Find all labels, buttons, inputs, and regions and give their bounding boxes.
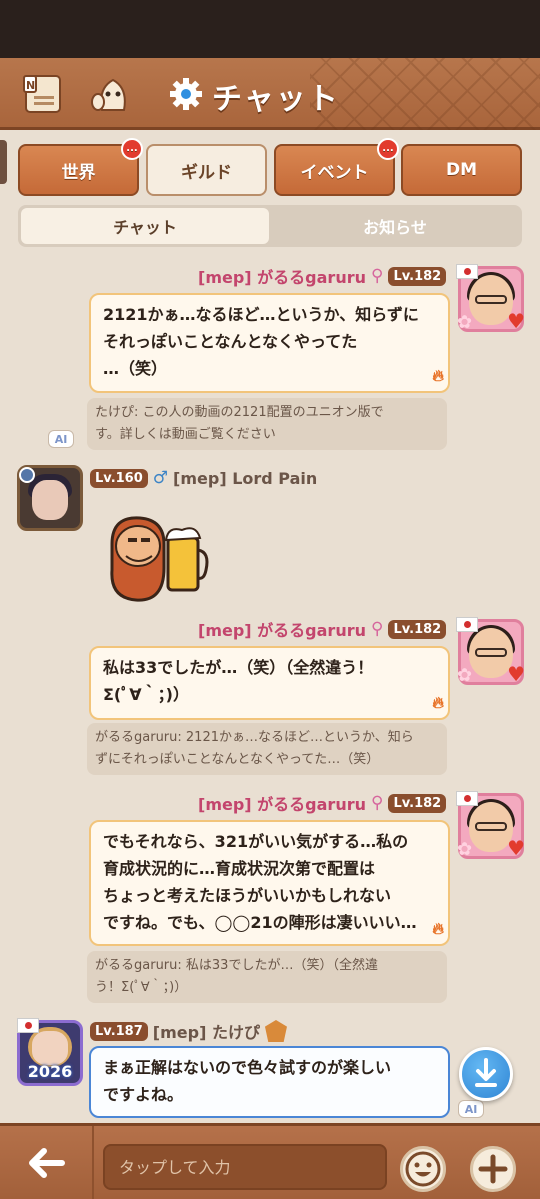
quote-line: ずにそれっぽいことなんとなくやってた…（笑）	[95, 752, 380, 767]
tab-guild[interactable]: ギルド	[146, 144, 267, 196]
message-text-line: 私は33でしたが…（笑）（全然違う！	[103, 658, 374, 677]
male-icon: ♂	[152, 468, 169, 488]
message-sender-line: [mep] がるるgaruru ⚲ Lv.182	[198, 264, 447, 288]
notice-board-icon[interactable]: N	[20, 70, 66, 116]
heart-icon: ♥	[507, 662, 525, 686]
guild-emblem-icon	[19, 467, 35, 483]
avatar-glasses	[475, 295, 507, 304]
message-text-line: でもそれなら、321がいい気がする…私の	[103, 832, 409, 851]
tab-dm[interactable]: DM	[401, 144, 522, 196]
message-text-line: ですね。でも、◯◯21の陣形は凄いいい…	[103, 913, 417, 932]
tab-guild-label: ギルド	[181, 162, 232, 183]
fire-icon: 🔥︎	[432, 919, 444, 938]
message-sender-line: [mep] がるるgaruru ⚲ Lv.182	[198, 617, 447, 641]
message-sender-line: Lv.160 ♂ [mep] Lord Pain	[90, 466, 317, 490]
message-bubble[interactable]: 2121かぁ…なるほど…というか、知らずに それっぽいことなんとなくやってた ……	[89, 293, 450, 393]
message-text-line: 2121かぁ…なるほど…というか、知らずに	[103, 305, 419, 324]
avatar-year-label: 2026	[27, 1062, 73, 1081]
japan-flag-icon	[456, 264, 478, 279]
japan-flag-icon	[456, 617, 478, 632]
subtab-chat[interactable]: チャット	[21, 208, 269, 244]
avatar-glasses	[475, 648, 507, 657]
message-text-line: まぁ正解はないので色々試すのが楽しい	[103, 1058, 392, 1077]
page-title: チャット	[212, 82, 340, 117]
quote-line: がるるgaruru: 2121かぁ…なるほど…というか、知ら	[95, 730, 414, 745]
notification-badge: ...	[377, 138, 399, 160]
female-icon: ⚲	[371, 266, 384, 286]
tab-event[interactable]: イベント ...	[274, 138, 399, 196]
female-icon: ⚲	[371, 619, 384, 639]
quote-line: たけぴ: この人の動画の2121配置のユニオン版で	[95, 405, 384, 420]
add-button[interactable]	[470, 1146, 516, 1192]
sender-name[interactable]: [mep] がるるgaruru	[198, 264, 366, 288]
quote-line: す。詳しくは動画ご覧ください	[95, 427, 276, 442]
japan-flag-icon	[17, 1018, 39, 1033]
download-arrow-icon	[475, 1058, 497, 1087]
level-badge: Lv.182	[388, 619, 447, 639]
ai-translate-icon[interactable]: AI	[458, 1100, 484, 1118]
bottom-bar	[0, 1123, 540, 1199]
reply-quote[interactable]: がるるgaruru: 2121かぁ…なるほど…というか、知ら ずにそれっぽいこと…	[87, 723, 447, 775]
message-text-line: Σ(ﾟ∀｀；)）	[103, 685, 189, 704]
channel-tabs: 世界 ... ギルド イベント ... DM	[18, 138, 522, 196]
notification-badge: ...	[121, 138, 143, 160]
fire-icon: 🔥︎	[432, 366, 444, 385]
back-arrow-icon	[29, 1147, 65, 1178]
message-bubble[interactable]: 私は33でしたが…（笑）（全然違う！ Σ(ﾟ∀｀；)） 🔥︎	[89, 646, 450, 720]
plus-icon	[478, 1154, 508, 1184]
back-button[interactable]	[0, 1126, 94, 1199]
fire-icon: 🔥︎	[432, 693, 444, 712]
quote-line: う！Σ(ﾟ∀｀；)）	[95, 980, 188, 995]
smiley-icon	[405, 1151, 441, 1187]
message-bubble[interactable]: まぁ正解はないので色々試すのが楽しい ですよね。	[89, 1046, 450, 1118]
level-badge: Lv.187	[90, 1021, 148, 1041]
message-sender-line: [mep] がるるgaruru ⚲ Lv.182	[198, 791, 447, 815]
tab-dm-label: DM	[445, 160, 478, 180]
heart-icon: ♥	[507, 309, 525, 333]
avatar-face	[32, 480, 68, 520]
sender-name[interactable]: [mep] Lord Pain	[173, 469, 317, 488]
ghost-mascot-icon[interactable]	[90, 70, 136, 116]
level-badge: Lv.160	[90, 468, 148, 488]
subtab-notice[interactable]: お知らせ	[271, 208, 519, 244]
gear-icon[interactable]	[168, 76, 204, 112]
rank-emblem-icon	[264, 1020, 287, 1042]
avatar-face	[32, 1031, 68, 1065]
female-icon: ⚲	[371, 793, 384, 813]
status-bar	[0, 0, 540, 58]
message-sender-line: Lv.187 [mep] たけぴ	[90, 1019, 287, 1043]
heart-icon: ♥	[507, 836, 525, 860]
header-pattern	[310, 58, 540, 130]
svg-text:N: N	[26, 79, 35, 92]
flower-icon: ✿	[457, 665, 473, 686]
tab-world-label: 世界	[61, 162, 96, 183]
flower-icon: ✿	[457, 312, 473, 333]
sender-name[interactable]: [mep] がるるgaruru	[198, 617, 366, 641]
message-bubble[interactable]: でもそれなら、321がいい気がする…私の 育成状況的に…育成状況次第で配置は ち…	[89, 820, 450, 946]
message-text-line: 育成状況的に…育成状況次第で配置は	[103, 859, 376, 878]
subtabs: チャット お知らせ	[18, 205, 522, 247]
avatar-glasses	[475, 822, 507, 831]
ai-translate-icon[interactable]: AI	[48, 430, 74, 448]
emoji-button[interactable]	[400, 1146, 446, 1192]
level-badge: Lv.182	[388, 793, 447, 813]
message-text-line: それっぽいことなんとなくやってた	[103, 332, 358, 351]
message-text-line: ですよね。	[103, 1085, 184, 1104]
side-handle[interactable]	[0, 140, 7, 184]
sender-name[interactable]: [mep] がるるgaruru	[198, 791, 366, 815]
tab-world[interactable]: 世界 ...	[18, 138, 143, 196]
message-text-line: ちょっと考えたほうがいいかもしれない	[103, 886, 392, 905]
chat-input[interactable]	[103, 1144, 387, 1190]
message-text-line: …（笑）	[103, 359, 168, 378]
tab-event-label: イベント	[300, 162, 369, 183]
sender-name[interactable]: [mep] たけぴ	[153, 1019, 260, 1043]
reply-quote[interactable]: がるるgaruru: 私は33でしたが…（笑）（全然違 う！Σ(ﾟ∀｀；)）	[87, 951, 447, 1003]
japan-flag-icon	[456, 791, 478, 806]
level-badge: Lv.182	[388, 266, 447, 286]
flower-icon: ✿	[457, 839, 473, 860]
quote-line: がるるgaruru: 私は33でしたが…（笑）（全然違	[95, 958, 378, 973]
beer-cheers-sticker[interactable]	[106, 510, 210, 606]
scroll-to-latest-button[interactable]	[459, 1047, 513, 1101]
reply-quote[interactable]: たけぴ: この人の動画の2121配置のユニオン版で す。詳しくは動画ご覧ください	[87, 398, 447, 450]
